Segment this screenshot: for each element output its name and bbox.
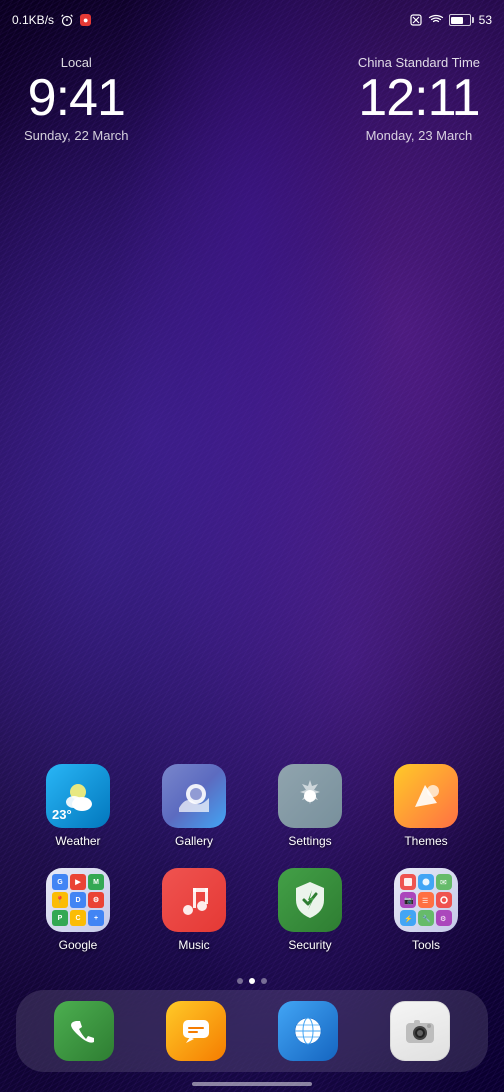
page-dot-2 [249, 978, 255, 984]
clock-local-label: Local [61, 55, 92, 70]
rec-badge: ● [80, 14, 91, 26]
app-row-2: G ▶ M 📍 D ⚙ P C + Google [20, 868, 484, 952]
gallery-icon-bg [162, 764, 226, 828]
page-dot-3 [261, 978, 267, 984]
app-tools[interactable]: ✉ 📷 ☰ ⚡ [386, 868, 466, 952]
settings-label: Settings [288, 834, 331, 848]
gallery-label: Gallery [175, 834, 213, 848]
status-bar: 0.1KB/s ● [0, 0, 504, 40]
sim-icon [409, 13, 423, 27]
app-themes[interactable]: Themes [386, 764, 466, 848]
tools-label: Tools [412, 938, 440, 952]
wifi-icon [428, 13, 444, 27]
svg-text:⚙: ⚙ [440, 915, 446, 923]
app-security[interactable]: Security [270, 868, 350, 952]
dock-messages[interactable] [166, 1001, 226, 1061]
music-icon-bg [162, 868, 226, 932]
app-gallery[interactable]: Gallery [154, 764, 234, 848]
clock-china-label: China Standard Time [358, 55, 480, 70]
home-indicator [192, 1082, 312, 1086]
browser-icon [292, 1015, 324, 1047]
battery-percent: 53 [479, 13, 492, 27]
page-dot-1 [237, 978, 243, 984]
dock-camera[interactable] [390, 1001, 450, 1061]
phone-icon [68, 1015, 100, 1047]
clock-china-date: Monday, 23 March [366, 128, 473, 143]
tools-grid-inner: ✉ 📷 ☰ ⚡ [394, 868, 458, 932]
google-label: Google [59, 938, 98, 952]
svg-text:🔧: 🔧 [422, 914, 431, 923]
svg-text:📷: 📷 [404, 896, 413, 905]
security-icon-bg [278, 868, 342, 932]
page-indicators [0, 978, 504, 984]
settings-icon-bg [278, 764, 342, 828]
music-label: Music [178, 938, 209, 952]
status-right: 53 [409, 13, 492, 27]
google-grid: G ▶ M 📍 D ⚙ P C + [46, 868, 110, 932]
app-google[interactable]: G ▶ M 📍 D ⚙ P C + Google [38, 868, 118, 952]
app-grid: 23° Weather Gallery [0, 764, 504, 972]
themes-icon-bg [394, 764, 458, 828]
weather-label: Weather [55, 834, 100, 848]
alarm-icon [60, 13, 74, 27]
clock-china: China Standard Time 12:11 Monday, 23 Mar… [358, 55, 480, 143]
messages-icon [180, 1015, 212, 1047]
themes-label: Themes [404, 834, 447, 848]
network-speed: 0.1KB/s [12, 13, 54, 27]
clock-local-date: Sunday, 22 March [24, 128, 129, 143]
temp-badge: 23° [52, 807, 72, 822]
app-weather[interactable]: 23° Weather [38, 764, 118, 848]
clock-local-time: 9:41 [28, 72, 125, 124]
clock-local: Local 9:41 Sunday, 22 March [24, 55, 129, 143]
app-music[interactable]: Music [154, 868, 234, 952]
security-label: Security [288, 938, 331, 952]
svg-text:✉: ✉ [440, 878, 447, 887]
tools-icon-bg: ✉ 📷 ☰ ⚡ [394, 868, 458, 932]
clocks-area: Local 9:41 Sunday, 22 March China Standa… [0, 55, 504, 143]
battery [449, 14, 474, 26]
home-screen: 0.1KB/s ● [0, 0, 504, 1092]
clock-china-time: 12:11 [358, 72, 479, 124]
google-icon-bg: G ▶ M 📍 D ⚙ P C + [46, 868, 110, 932]
weather-icon-bg: 23° [46, 764, 110, 828]
dock-browser[interactable] [278, 1001, 338, 1061]
app-row-1: 23° Weather Gallery [20, 764, 484, 848]
dock-phone[interactable] [54, 1001, 114, 1061]
dock [16, 990, 488, 1072]
camera-icon [404, 1015, 436, 1047]
status-left: 0.1KB/s ● [12, 13, 91, 27]
svg-text:⚡: ⚡ [404, 914, 413, 923]
svg-text:☰: ☰ [422, 898, 428, 905]
app-settings[interactable]: Settings [270, 764, 350, 848]
